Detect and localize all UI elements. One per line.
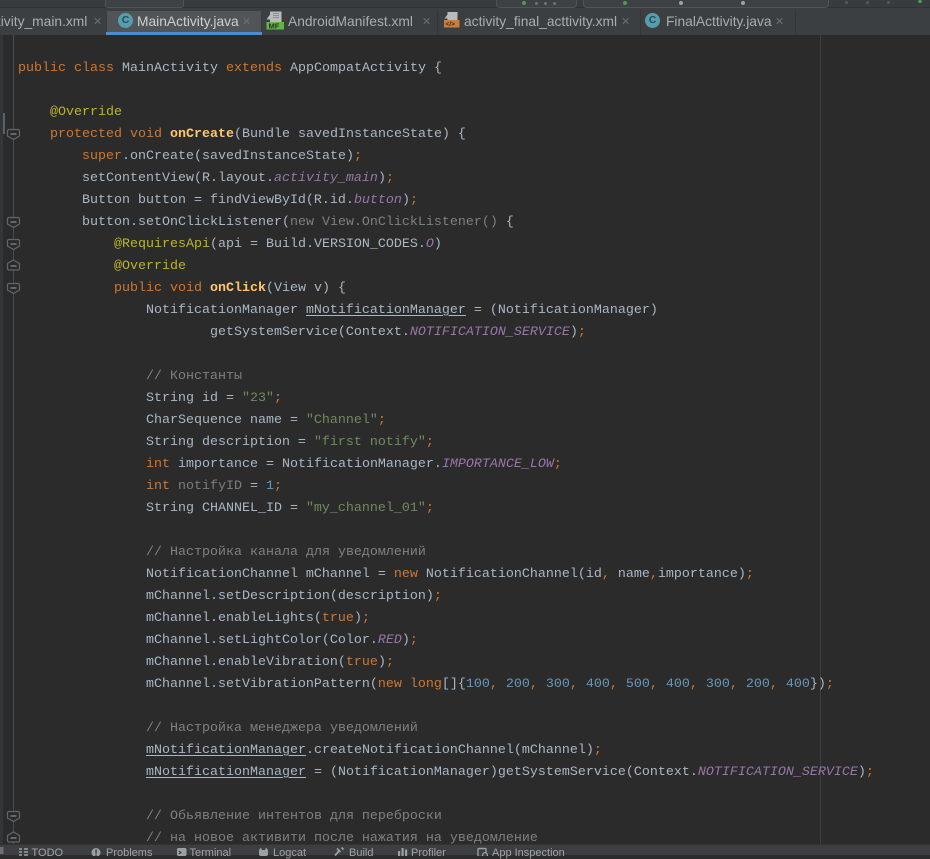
svg-text:MF: MF bbox=[269, 22, 280, 31]
svg-text:</>: </> bbox=[446, 21, 456, 28]
